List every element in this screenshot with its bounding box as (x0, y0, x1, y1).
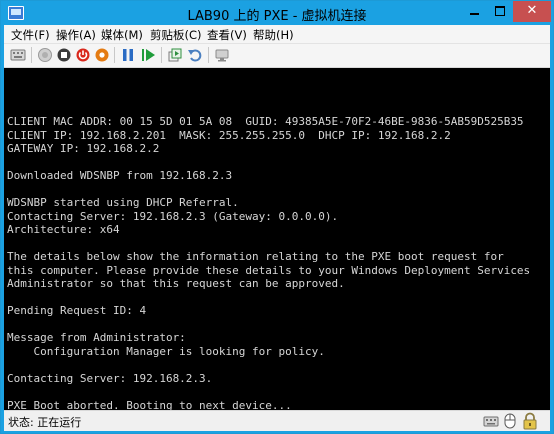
vm-connection-window: LAB90 上的 PXE - 虚拟机连接 ✕ 文件(F) 操作(A) 媒体(M)… (0, 0, 554, 434)
vm-console-screen[interactable]: CLIENT MAC ADDR: 00 15 5D 01 5A 08 GUID:… (4, 68, 550, 412)
console-line: Architecture: x64 (7, 223, 120, 236)
enhanced-session-icon[interactable] (214, 47, 230, 63)
console-line: GATEWAY IP: 192.168.2.2 (7, 142, 160, 155)
console-line: Pending Request ID: 4 (7, 304, 147, 317)
menu-action[interactable]: 操作(A) (56, 27, 96, 43)
vm-status-text: 状态: 正在运行 (8, 416, 82, 429)
console-line: WDSNBP started using DHCP Referral. (7, 196, 239, 209)
close-button[interactable]: ✕ (513, 1, 551, 22)
console-line: Downloaded WDSNBP from 192.168.2.3 (7, 169, 233, 182)
console-line: Contacting Server: 192.168.2.3. (7, 372, 213, 385)
toolbar-separator (114, 47, 115, 63)
save-state-icon[interactable] (94, 47, 110, 63)
ctrl-alt-del-icon[interactable] (10, 47, 26, 63)
status-bar: 状态: 正在运行 (4, 410, 550, 431)
toolbar-separator (208, 47, 209, 63)
checkpoint-icon[interactable] (167, 47, 183, 63)
title-bar[interactable]: LAB90 上的 PXE - 虚拟机连接 ✕ (1, 1, 553, 25)
console-line: Contacting Server: 192.168.2.3 (Gateway:… (7, 210, 339, 223)
pause-icon[interactable] (120, 47, 136, 63)
menu-media[interactable]: 媒体(M) (101, 27, 143, 43)
minimize-button[interactable] (461, 1, 487, 22)
turn-off-icon[interactable] (56, 47, 72, 63)
menu-help[interactable]: 帮助(H) (253, 27, 294, 43)
revert-icon[interactable] (187, 47, 203, 63)
toolbar (4, 44, 550, 68)
shutdown-icon[interactable] (75, 47, 91, 63)
menu-file[interactable]: 文件(F) (11, 27, 50, 43)
close-icon: ✕ (526, 3, 538, 18)
console-line: CLIENT IP: 192.168.2.201 MASK: 255.255.2… (7, 129, 451, 142)
client-area: 文件(F) 操作(A) 媒体(M) 剪贴板(C) 查看(V) 帮助(H) CLI… (4, 25, 550, 431)
console-line: this computer. Please provide these deta… (7, 264, 531, 277)
resume-icon[interactable] (140, 47, 156, 63)
toolbar-separator (31, 47, 32, 63)
keyboard-icon (483, 416, 499, 427)
maximize-button[interactable] (487, 1, 513, 22)
menu-clipboard[interactable]: 剪贴板(C) (150, 27, 202, 43)
console-line: CLIENT MAC ADDR: 00 15 5D 01 5A 08 GUID:… (7, 115, 524, 128)
menu-bar: 文件(F) 操作(A) 媒体(M) 剪贴板(C) 查看(V) 帮助(H) (4, 25, 550, 44)
console-line: Administrator so that this request can b… (7, 277, 345, 290)
menu-view[interactable]: 查看(V) (207, 27, 247, 43)
console-line: The details below show the information r… (7, 250, 504, 263)
lock-icon (523, 412, 537, 430)
console-line: Message from Administrator: (7, 331, 186, 344)
console-line: Configuration Manager is looking for pol… (7, 345, 325, 358)
mouse-icon (504, 413, 516, 429)
start-icon[interactable] (37, 47, 53, 63)
toolbar-separator (161, 47, 162, 63)
